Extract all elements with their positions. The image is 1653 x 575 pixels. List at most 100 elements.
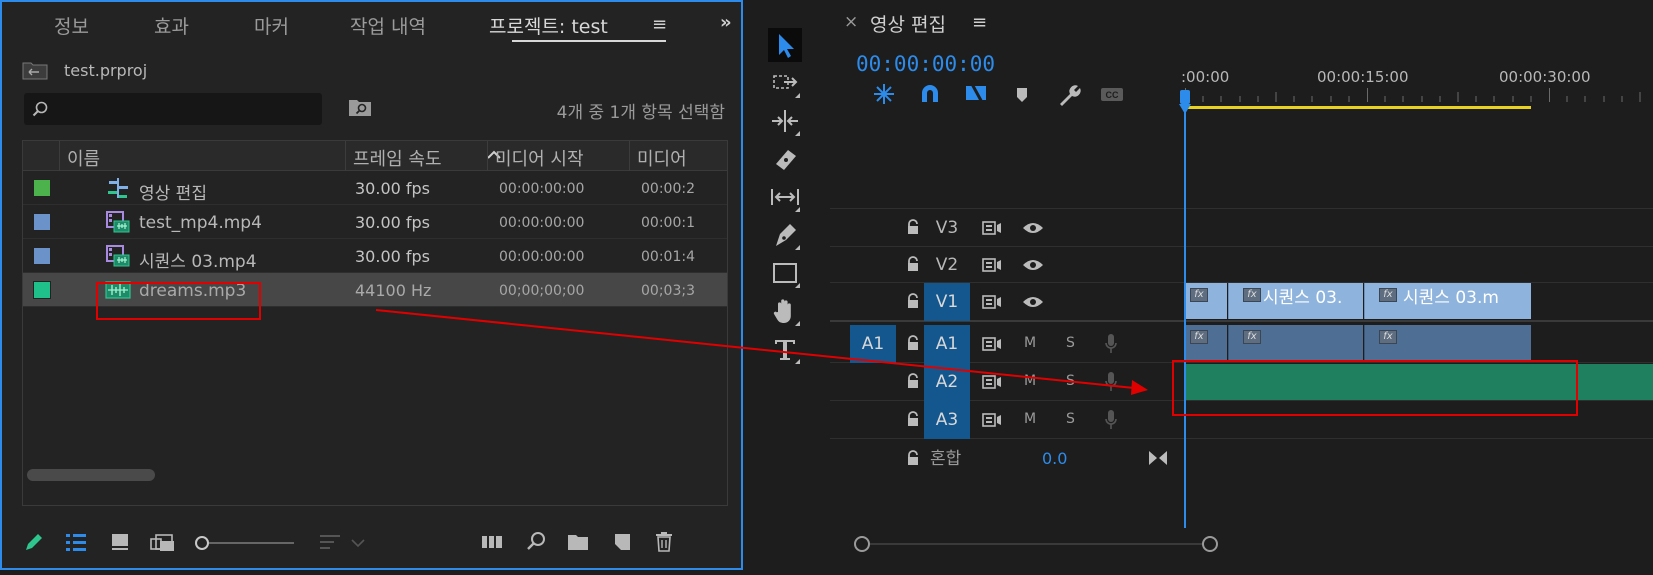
column-header-media-start[interactable]: 미디어 시작 bbox=[495, 145, 584, 171]
selection-tool[interactable] bbox=[768, 28, 802, 62]
sort-icon[interactable] bbox=[318, 530, 342, 554]
lock-icon[interactable] bbox=[906, 373, 920, 389]
track-target-v2[interactable]: V2 bbox=[924, 246, 970, 284]
playhead-handle[interactable] bbox=[1180, 90, 1190, 104]
track-target-v1[interactable]: V1 bbox=[924, 283, 970, 321]
nest-sequence-icon[interactable] bbox=[870, 80, 898, 108]
lock-icon[interactable] bbox=[906, 219, 920, 235]
video-clip[interactable]: fx bbox=[1185, 283, 1227, 319]
snap-magnet-icon[interactable] bbox=[916, 80, 944, 108]
zoom-scroll-handle-left[interactable] bbox=[854, 536, 870, 552]
sync-lock-icon[interactable] bbox=[982, 294, 1002, 310]
find-icon[interactable] bbox=[524, 530, 548, 554]
solo-button[interactable]: S bbox=[1066, 373, 1075, 389]
track-target-a3[interactable]: A3 bbox=[924, 401, 970, 439]
lock-icon[interactable] bbox=[906, 335, 920, 351]
add-marker-icon[interactable] bbox=[1008, 80, 1036, 108]
microphone-icon[interactable] bbox=[1104, 409, 1118, 431]
slip-tool[interactable] bbox=[768, 180, 802, 214]
lock-icon[interactable] bbox=[906, 293, 920, 309]
find-in-bin-icon[interactable] bbox=[348, 97, 372, 117]
mute-button[interactable]: M bbox=[1024, 373, 1036, 389]
chevron-down-icon[interactable] bbox=[346, 530, 370, 554]
solo-button[interactable]: S bbox=[1066, 335, 1075, 351]
list-item[interactable]: test_mp4.mp4 30.00 fps 00:00:00:00 00:00… bbox=[23, 205, 727, 239]
sync-lock-icon[interactable] bbox=[982, 257, 1002, 273]
type-tool[interactable] bbox=[768, 332, 802, 366]
pen-tool[interactable] bbox=[768, 218, 802, 252]
label-color-swatch[interactable] bbox=[33, 213, 51, 231]
audio-clip-a1[interactable]: fx bbox=[1364, 325, 1531, 361]
panel-menu-icon[interactable]: ≡ bbox=[652, 14, 667, 35]
tab-project[interactable]: 프로젝트: test bbox=[489, 12, 608, 39]
eye-icon[interactable] bbox=[1022, 294, 1044, 310]
column-header-name[interactable]: 이름 bbox=[67, 145, 100, 171]
lock-icon[interactable] bbox=[906, 450, 920, 466]
tab-info[interactable]: 정보 bbox=[54, 12, 89, 39]
tab-markers[interactable]: 마커 bbox=[254, 12, 289, 39]
audio-clip-a1[interactable]: fx bbox=[1185, 325, 1227, 361]
source-patch-a1[interactable]: A1 bbox=[850, 325, 896, 363]
automate-to-sequence-icon[interactable] bbox=[480, 530, 504, 554]
mix-end-icon[interactable] bbox=[1148, 450, 1168, 466]
panel-menu-icon[interactable]: ≡ bbox=[972, 12, 987, 33]
new-bin-icon[interactable] bbox=[566, 530, 590, 554]
eye-icon[interactable] bbox=[1022, 257, 1044, 273]
search-input[interactable] bbox=[54, 93, 314, 125]
track-target-v3[interactable]: V3 bbox=[924, 209, 970, 247]
zoom-scroll-handle-right[interactable] bbox=[1202, 536, 1218, 552]
microphone-icon[interactable] bbox=[1104, 371, 1118, 393]
close-tab-icon[interactable]: × bbox=[844, 12, 858, 32]
hand-tool[interactable] bbox=[768, 294, 802, 328]
playhead-timecode[interactable]: 00:00:00:00 bbox=[856, 52, 995, 76]
sync-lock-icon[interactable] bbox=[982, 412, 1002, 428]
wrench-icon[interactable] bbox=[1054, 80, 1082, 108]
column-header-frame-rate[interactable]: 프레임 속도 bbox=[353, 145, 442, 171]
timeline-zoom-scrollbar[interactable] bbox=[860, 543, 1210, 545]
label-color-swatch[interactable] bbox=[33, 247, 51, 265]
rectangle-tool[interactable] bbox=[768, 256, 802, 290]
video-clip[interactable]: fx 시퀀스 03.m bbox=[1364, 283, 1531, 319]
track-target-a1[interactable]: A1 bbox=[924, 325, 970, 363]
playhead-line[interactable] bbox=[1184, 108, 1186, 528]
list-item[interactable]: 영상 편집 30.00 fps 00:00:00:00 00:00:2 bbox=[23, 171, 727, 205]
linked-selection-icon[interactable] bbox=[962, 80, 990, 108]
zoom-slider-track[interactable] bbox=[202, 542, 294, 544]
track-target-a2[interactable]: A2 bbox=[924, 363, 970, 401]
list-view-icon[interactable] bbox=[64, 530, 88, 554]
sync-lock-icon[interactable] bbox=[982, 374, 1002, 390]
horizontal-scrollbar[interactable] bbox=[27, 469, 155, 481]
tab-effects[interactable]: 효과 bbox=[154, 12, 189, 39]
folder-up-icon[interactable] bbox=[22, 60, 48, 80]
eye-icon[interactable] bbox=[1022, 220, 1044, 236]
column-separator[interactable] bbox=[629, 141, 630, 171]
trash-icon[interactable] bbox=[652, 530, 676, 554]
work-area-bar[interactable] bbox=[1185, 106, 1531, 109]
list-item[interactable]: 시퀀스 03.mp4 30.00 fps 00:00:00:00 00:01:4 bbox=[23, 239, 727, 273]
zoom-slider-handle[interactable] bbox=[195, 536, 209, 550]
mute-button[interactable]: M bbox=[1024, 335, 1036, 351]
sequence-tab-title[interactable]: 영상 편집 bbox=[870, 10, 946, 37]
tab-overflow-icon[interactable]: » bbox=[720, 12, 732, 33]
tab-history[interactable]: 작업 내역 bbox=[350, 12, 426, 39]
razor-tool[interactable] bbox=[768, 142, 802, 176]
captions-icon[interactable]: CC bbox=[1098, 80, 1126, 108]
microphone-icon[interactable] bbox=[1104, 333, 1118, 355]
column-header-media-end[interactable]: 미디어 bbox=[637, 145, 687, 171]
mix-volume-value[interactable]: 0.0 bbox=[1042, 440, 1067, 478]
column-separator[interactable] bbox=[345, 141, 346, 171]
icon-view-icon[interactable] bbox=[108, 530, 132, 554]
column-separator[interactable] bbox=[487, 141, 488, 171]
label-color-swatch[interactable] bbox=[33, 281, 51, 299]
sync-lock-icon[interactable] bbox=[982, 220, 1002, 236]
solo-button[interactable]: S bbox=[1066, 411, 1075, 427]
lock-icon[interactable] bbox=[906, 411, 920, 427]
label-color-swatch[interactable] bbox=[33, 179, 51, 197]
video-clip[interactable]: fx 시퀀스 03. bbox=[1228, 283, 1363, 319]
lock-icon[interactable] bbox=[906, 256, 920, 272]
pencil-icon[interactable] bbox=[22, 530, 46, 554]
ripple-edit-tool[interactable] bbox=[768, 104, 802, 138]
sync-lock-icon[interactable] bbox=[982, 336, 1002, 352]
new-item-icon[interactable] bbox=[610, 530, 634, 554]
audio-clip-a1[interactable]: fx bbox=[1228, 325, 1363, 361]
